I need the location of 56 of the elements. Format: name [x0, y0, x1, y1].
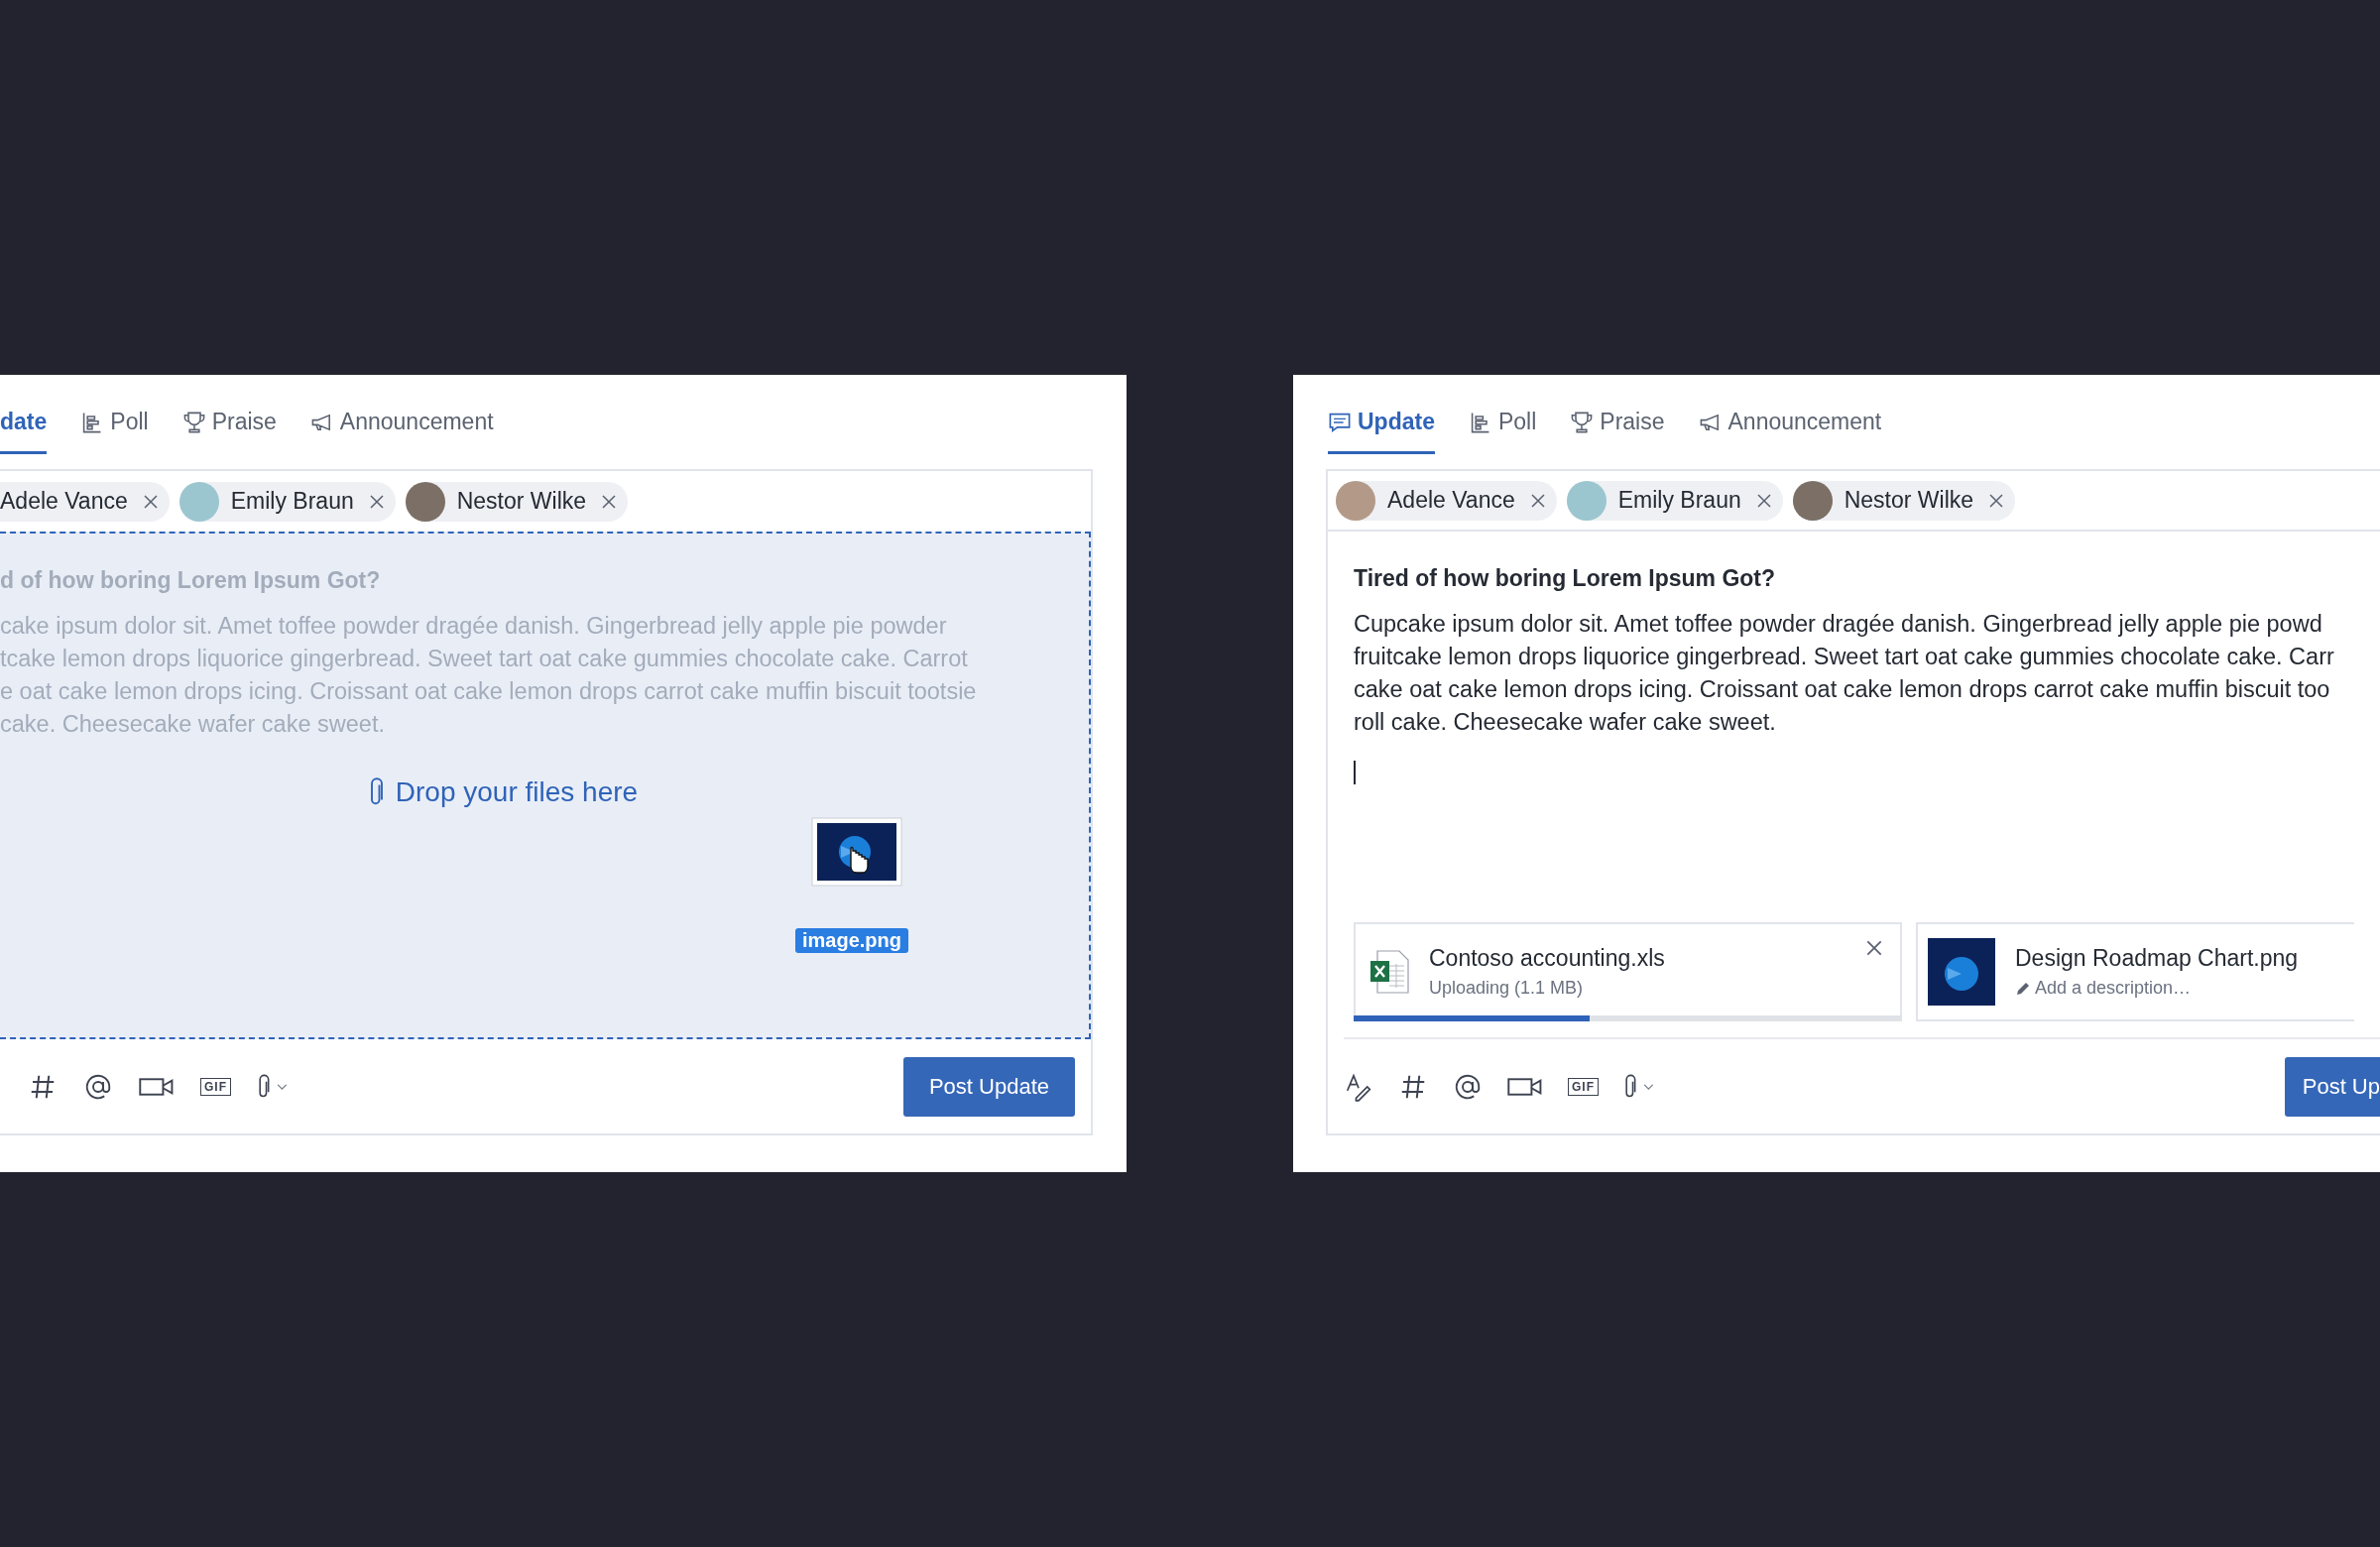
close-icon[interactable]	[600, 492, 619, 511]
body-text-line: fruitcake lemon drops liquorice gingerbread. Sweet tart oat cake gummies chocolate cake. Carr	[1354, 643, 2335, 671]
avatar	[1792, 480, 1833, 521]
tab[interactable]: date	[0, 393, 48, 454]
close-icon[interactable]	[1987, 491, 2006, 510]
tab[interactable]: Praise	[181, 393, 277, 454]
avatar	[1566, 480, 1606, 521]
close-icon[interactable]	[1864, 938, 1884, 958]
close-icon[interactable]	[1754, 491, 1773, 510]
close-icon[interactable]	[367, 492, 386, 511]
body-text-line: cake ipsum dolor sit. Amet toffee powder dragée danish. Gingerbread jelly apple pie powder	[0, 612, 948, 641]
avatar	[1336, 480, 1375, 521]
close-icon[interactable]	[1528, 491, 1547, 510]
recipient-name: Nestor Wilke	[1844, 487, 1974, 514]
gif-button[interactable]: GIF	[200, 1077, 231, 1096]
file-name: Contoso accounting.xls	[1429, 945, 1666, 972]
recipient-name: Adele Vance	[1387, 487, 1515, 514]
pencil-icon	[2015, 980, 2031, 997]
post-title: d of how boring Lorem Ipsum Got?	[0, 567, 382, 594]
file-name: Design Roadmap Chart.png	[2015, 945, 2300, 972]
recipient-chip[interactable]: Emily Braun	[1566, 480, 1783, 521]
body-text-line: cake oat cake lemon drops icing. Croissant oat cake lemon drops carrot cake muffin biscuit too	[1354, 675, 2331, 704]
tab[interactable]: Poll	[1468, 393, 1537, 454]
close-icon[interactable]	[141, 492, 160, 511]
avatar	[405, 481, 445, 522]
body-text-line: cake. Cheesecake wafer cake sweet.	[0, 710, 386, 739]
body-text-line: roll cake. Cheesecake wafer cake sweet.	[1354, 708, 1777, 737]
recipient-name: Adele Vance	[0, 488, 128, 515]
upload-status: Uploading (1.1 MB)	[1429, 978, 1585, 999]
spreadsheet-file-icon	[1369, 950, 1409, 994]
tab[interactable]: Announcement	[1698, 393, 1882, 454]
post-button[interactable]: Post Update	[902, 1056, 1075, 1117]
avatar	[178, 481, 219, 522]
body-text-line: Cupcake ipsum dolor sit. Amet toffee powder dragée danish. Gingerbread jelly apple pie powd	[1354, 610, 2323, 639]
post-button[interactable]: Post Up	[2284, 1056, 2380, 1117]
recipient-name: Emily Braun	[1617, 487, 1741, 514]
recipient-chip[interactable]: Nestor Wilke	[405, 481, 629, 522]
trophy-icon	[1570, 410, 1595, 434]
recipient-name: Emily Braun	[230, 488, 354, 515]
recipient-name: Nestor Wilke	[456, 488, 587, 515]
recipient-chip[interactable]: Adele Vance	[0, 481, 170, 522]
recipient-chip[interactable]: Nestor Wilke	[1792, 480, 2016, 521]
tab[interactable]: Praise	[1570, 393, 1665, 454]
body-text-line: e oat cake lemon drops icing. Croissant oat cake lemon drops carrot cake muffin biscuit tootsie	[0, 677, 978, 706]
trophy-icon	[181, 410, 206, 434]
tab[interactable]: Update	[1328, 393, 1435, 454]
gif-button[interactable]: GIF	[1568, 1077, 1599, 1096]
tab[interactable]: Poll	[80, 393, 149, 454]
recipient-chip[interactable]: Emily Braun	[178, 481, 396, 522]
image-thumbnail	[1928, 938, 1995, 1006]
tab[interactable]: Announcement	[309, 393, 494, 454]
body-text-line: tcake lemon drops liquorice gingerbread. Sweet tart oat cake gummies chocolate cake. Carrot	[0, 645, 969, 673]
drop-hint-text: Drop your files here	[395, 776, 639, 808]
post-title: Tired of how boring Lorem Ipsum Got?	[1354, 565, 1777, 592]
dragged-file-name: image.png	[795, 928, 908, 953]
recipient-chip[interactable]: Adele Vance	[1336, 480, 1557, 521]
